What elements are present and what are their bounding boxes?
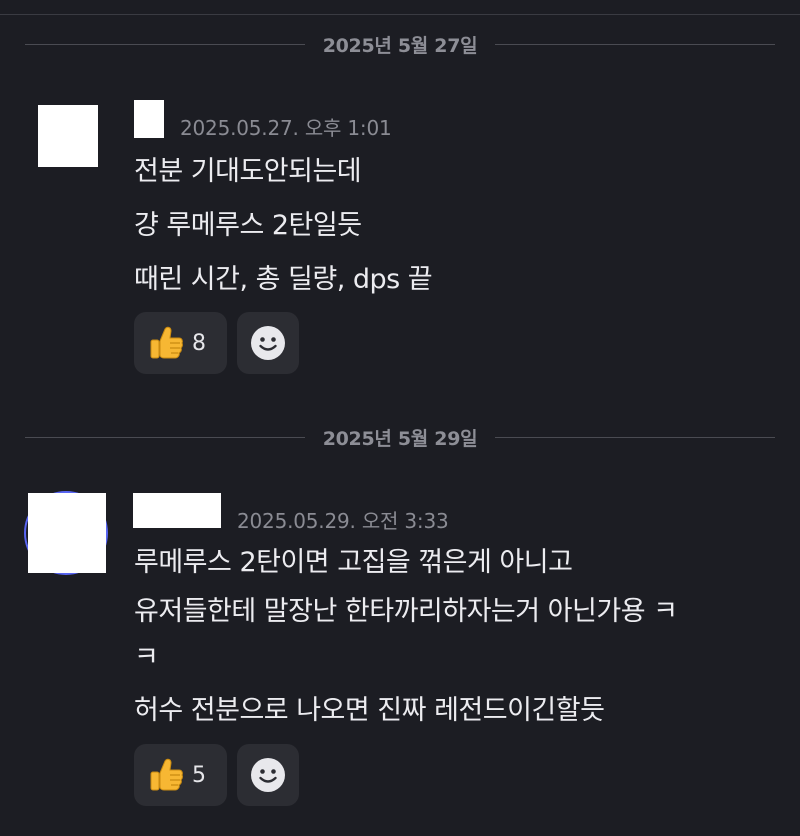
- message-line: 허수 전분으로 나오면 진짜 레전드이긴할듯: [134, 695, 605, 726]
- username[interactable]: [133, 493, 221, 528]
- message-timestamp: 2025.05.29. 오전 3:33: [237, 509, 449, 533]
- message-line: 루메루스 2탄이면 고집을 꺾은게 아니고: [134, 547, 573, 578]
- reaction-thumbs-up[interactable]: 8: [134, 312, 227, 374]
- message-line: ㅋ: [134, 642, 159, 673]
- date-divider-label: 2025년 5월 29일: [322, 427, 478, 450]
- message-line: 유저들한테 말장난 한타까리하자는거 아닌가용 ㅋ: [134, 596, 678, 627]
- smiley-icon: [250, 325, 286, 361]
- date-divider-label: 2025년 5월 27일: [322, 34, 478, 57]
- thumbs-up-icon: [146, 323, 186, 363]
- thumbs-up-icon: [146, 755, 186, 795]
- avatar[interactable]: [38, 105, 98, 167]
- message-line: 전분 기대도안되는데: [134, 156, 362, 187]
- divider-line: [25, 436, 305, 438]
- message-timestamp: 2025.05.27. 오후 1:01: [180, 116, 392, 140]
- date-divider: 2025년 5월 29일: [25, 422, 775, 452]
- username[interactable]: [134, 100, 164, 138]
- reaction-count: 5: [192, 762, 206, 788]
- top-divider: [0, 14, 800, 15]
- reaction-count: 8: [192, 330, 206, 356]
- divider-line: [495, 43, 775, 45]
- message-line: 때린 시간, 총 딜량, dps 끝: [134, 264, 433, 295]
- divider-line: [25, 43, 305, 45]
- add-reaction-button[interactable]: [237, 744, 299, 806]
- avatar[interactable]: [28, 493, 106, 573]
- message-line: 걍 루메루스 2탄일듯: [134, 210, 362, 241]
- reaction-thumbs-up[interactable]: 5: [134, 744, 227, 806]
- date-divider: 2025년 5월 27일: [25, 29, 775, 59]
- divider-line: [495, 436, 775, 438]
- smiley-icon: [250, 757, 286, 793]
- add-reaction-button[interactable]: [237, 312, 299, 374]
